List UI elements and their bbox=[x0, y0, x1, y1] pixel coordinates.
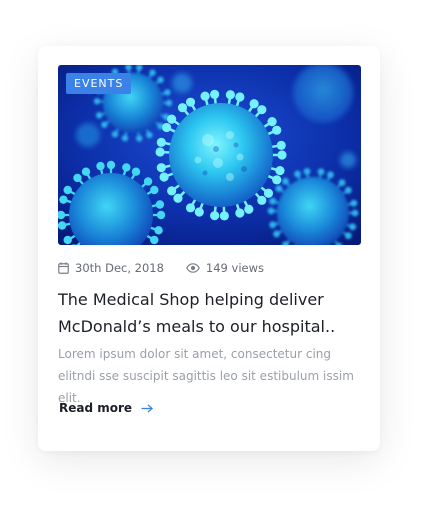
arrow-right-icon bbox=[141, 403, 154, 413]
eye-icon bbox=[186, 263, 200, 273]
post-meta: 30th Dec, 2018 149 views bbox=[58, 260, 264, 276]
post-date-text: 30th Dec, 2018 bbox=[75, 261, 164, 275]
read-more-label: Read more bbox=[59, 401, 133, 415]
post-title[interactable]: The Medical Shop helping deliver McDonal… bbox=[58, 286, 358, 340]
post-thumbnail[interactable]: EVENTS bbox=[58, 65, 361, 245]
post-date: 30th Dec, 2018 bbox=[58, 261, 164, 275]
post-card: EVENTS 30th Dec, 2018 149 views The Medi… bbox=[38, 46, 380, 451]
read-more-link[interactable]: Read more bbox=[59, 401, 154, 415]
post-excerpt: Lorem ipsum dolor sit amet, consectetur … bbox=[58, 347, 354, 405]
category-badge[interactable]: EVENTS bbox=[66, 73, 132, 94]
calendar-icon bbox=[58, 262, 69, 274]
post-views: 149 views bbox=[186, 261, 264, 275]
post-views-text: 149 views bbox=[205, 261, 265, 275]
